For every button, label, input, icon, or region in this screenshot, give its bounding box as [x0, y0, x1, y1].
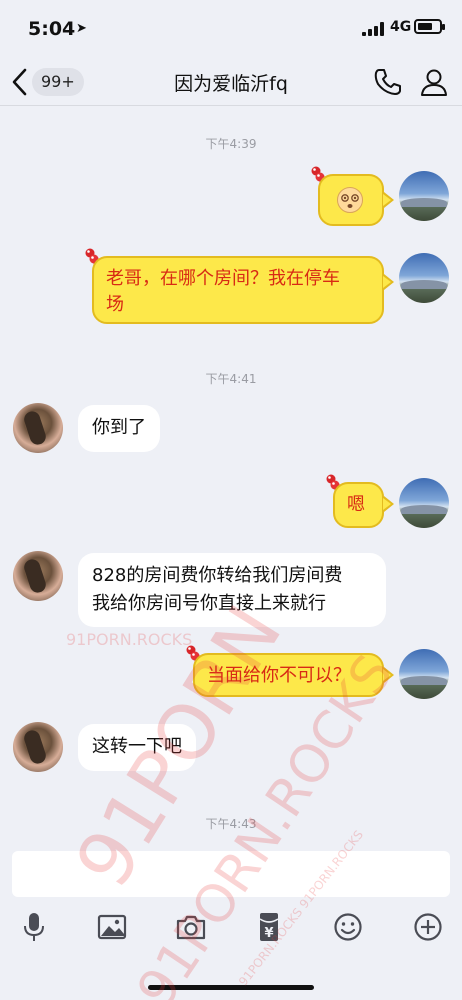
- message-text-line: 场: [106, 294, 124, 315]
- signal-icon: [362, 22, 384, 36]
- image-icon[interactable]: [95, 910, 129, 944]
- microphone-icon[interactable]: [17, 910, 51, 944]
- message-text-line: 老哥，在哪个房间？我在停车: [106, 268, 340, 289]
- message-text-line: 828的房间费你转给我们房间费: [92, 565, 343, 586]
- message-bubble-outgoing[interactable]: [318, 174, 384, 226]
- bubble-tail: [383, 496, 394, 512]
- watermark-text: 91PORN.ROCKS: [66, 630, 193, 649]
- my-avatar[interactable]: [399, 253, 449, 303]
- phone-call-icon[interactable]: [372, 66, 404, 98]
- message-text: 你到了: [92, 417, 146, 438]
- my-avatar[interactable]: [399, 171, 449, 221]
- emoji-icon[interactable]: [331, 910, 365, 944]
- my-avatar[interactable]: [399, 478, 449, 528]
- location-arrow-icon: ➤: [76, 21, 87, 36]
- nav-bar: 99+ 因为爱临沂fq: [0, 58, 462, 106]
- contact-avatar[interactable]: [13, 403, 63, 453]
- bubble-tail: [383, 192, 394, 208]
- bubble-tail: [383, 274, 394, 290]
- message-text: 嗯: [347, 494, 365, 515]
- contact-avatar[interactable]: [13, 551, 63, 601]
- status-time: 5:04: [28, 18, 76, 40]
- message-bubble-outgoing[interactable]: 老哥，在哪个房间？我在停车 场: [92, 256, 384, 324]
- network-type: 4G: [390, 19, 412, 35]
- dizzy-face-emoji-icon: [337, 187, 363, 213]
- status-bar: 5:04 ➤ 4G: [0, 0, 462, 58]
- message-timestamp: 下午4:41: [205, 372, 257, 386]
- my-avatar[interactable]: [399, 649, 449, 699]
- battery-icon: [414, 19, 445, 34]
- plus-icon[interactable]: [411, 910, 445, 944]
- contact-avatar[interactable]: [13, 722, 63, 772]
- message-timestamp: 下午4:39: [205, 137, 257, 151]
- message-bubble-outgoing[interactable]: 嗯: [333, 482, 384, 528]
- message-bubble-incoming[interactable]: 你到了: [78, 405, 160, 452]
- profile-icon[interactable]: [418, 66, 450, 98]
